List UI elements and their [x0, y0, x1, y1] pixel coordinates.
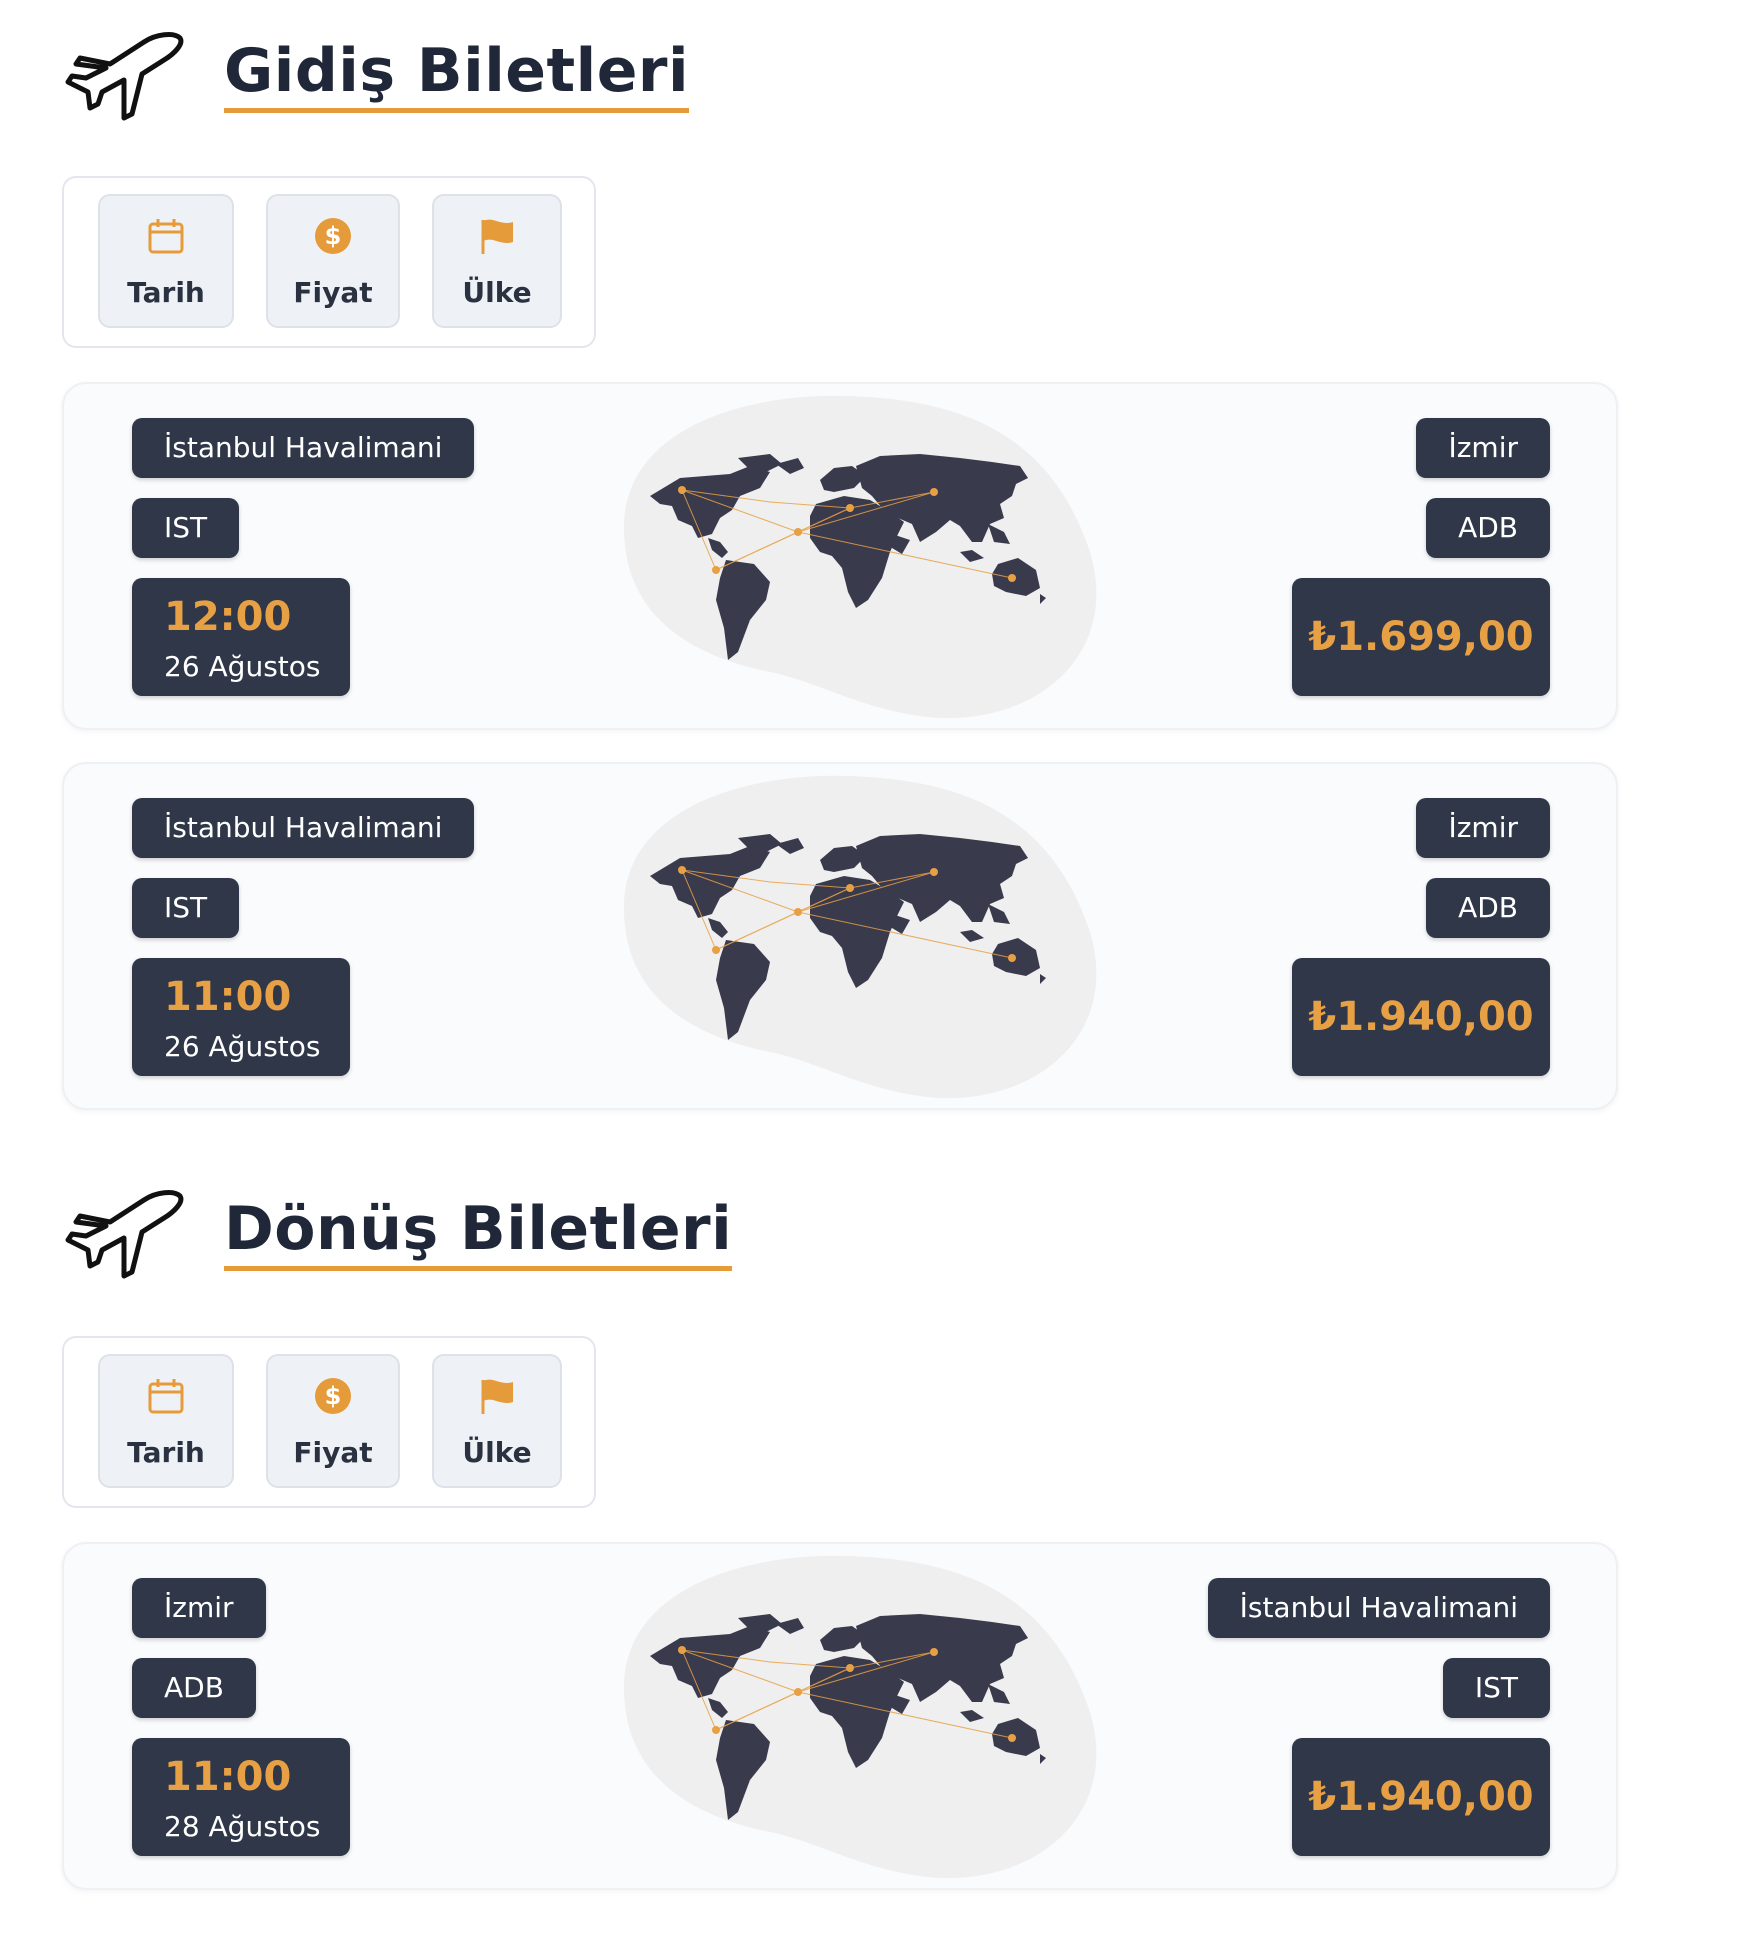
airplane-icon [62, 1186, 192, 1281]
departure-date: 26 Ağustos [164, 1030, 321, 1063]
arrival-airport: İzmir [1416, 418, 1550, 478]
arrival-code: IST [1442, 1658, 1550, 1718]
ticket-card[interactable]: İzmir ADB 11:00 28 Ağustos İstanbul Hava… [62, 1542, 1618, 1890]
arrival-code: ADB [1426, 878, 1550, 938]
dollar-icon: $ [315, 218, 351, 254]
departure-time-box: 12:00 26 Ağustos [132, 578, 350, 696]
dollar-icon: $ [315, 1378, 351, 1414]
departure-code: ADB [132, 1658, 256, 1718]
calendar-icon [148, 219, 184, 254]
ticket-price[interactable]: ₺1.699,00 [1292, 578, 1550, 696]
departure-time: 11:00 [164, 974, 292, 1020]
filter-country-button[interactable]: Ülke [432, 194, 562, 328]
calendar-icon [148, 1379, 184, 1414]
filter-date-button[interactable]: Tarih [98, 1354, 234, 1488]
ticket-card[interactable]: İstanbul Havalimani IST 12:00 26 Ağustos… [62, 382, 1618, 730]
ticket-card[interactable]: İstanbul Havalimani IST 11:00 26 Ağustos… [62, 762, 1618, 1110]
filter-label: Fiyat [293, 1436, 373, 1469]
departure-airport: İstanbul Havalimani [132, 798, 475, 858]
svg-text:$: $ [325, 1382, 342, 1410]
departure-code: IST [132, 878, 240, 938]
section-title: Dönüş Biletleri [224, 1196, 733, 1271]
departure-time: 12:00 [164, 594, 292, 640]
svg-text:$: $ [325, 222, 342, 250]
world-map-illustration [623, 775, 1097, 1099]
departure-time-box: 11:00 26 Ağustos [132, 958, 350, 1076]
ticket-price[interactable]: ₺1.940,00 [1292, 1738, 1550, 1856]
filter-label: Ülke [462, 276, 532, 309]
section-header: Gidiş Biletleri [62, 28, 762, 138]
flag-icon [481, 1379, 513, 1414]
section-header: Dönüş Biletleri [62, 1186, 762, 1296]
filter-bar: Tarih $ Fiyat Ülke [62, 176, 596, 348]
arrival-code: ADB [1426, 498, 1550, 558]
filter-label: Ülke [462, 1436, 532, 1469]
flag-icon [481, 219, 513, 254]
world-map-illustration [623, 395, 1097, 719]
arrival-airport: İstanbul Havalimani [1207, 1578, 1550, 1638]
departure-code: IST [132, 498, 240, 558]
departure-time-box: 11:00 28 Ağustos [132, 1738, 350, 1856]
departure-date: 28 Ağustos [164, 1810, 321, 1843]
filter-date-button[interactable]: Tarih [98, 194, 234, 328]
filter-price-button[interactable]: $ Fiyat [266, 194, 400, 328]
filter-bar: Tarih $ Fiyat Ülke [62, 1336, 596, 1508]
filter-label: Fiyat [293, 276, 373, 309]
ticket-price[interactable]: ₺1.940,00 [1292, 958, 1550, 1076]
filter-price-button[interactable]: $ Fiyat [266, 1354, 400, 1488]
departure-date: 26 Ağustos [164, 650, 321, 683]
filter-label: Tarih [127, 1436, 205, 1469]
arrival-airport: İzmir [1416, 798, 1550, 858]
departure-airport: İstanbul Havalimani [132, 418, 475, 478]
departure-time: 11:00 [164, 1754, 292, 1800]
departure-airport: İzmir [132, 1578, 266, 1638]
airplane-icon [62, 28, 192, 123]
filter-country-button[interactable]: Ülke [432, 1354, 562, 1488]
world-map-illustration [623, 1555, 1097, 1879]
filter-label: Tarih [127, 276, 205, 309]
section-title: Gidiş Biletleri [224, 38, 690, 113]
